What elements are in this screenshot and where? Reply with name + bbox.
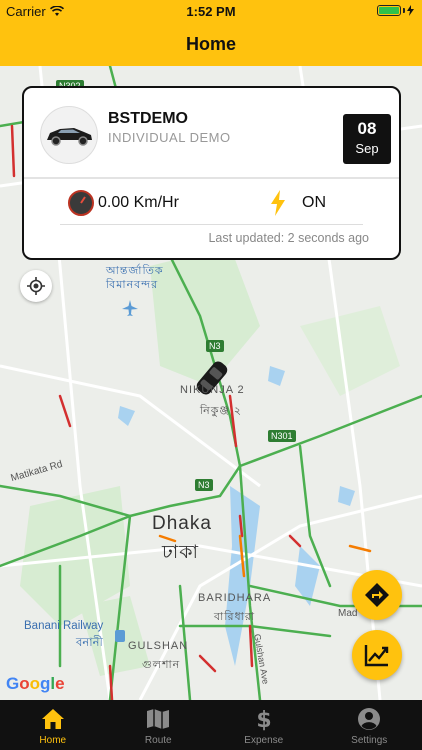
chart-icon	[364, 645, 389, 667]
map-label-mad: Mad	[338, 608, 358, 619]
crosshair-icon	[27, 277, 45, 295]
road-badge: N3	[195, 479, 213, 491]
tab-bar: Home Route $ Expense Settings	[0, 700, 422, 750]
svg-text:$: $	[256, 708, 271, 731]
date-badge: 08 Sep	[343, 114, 391, 164]
tab-label: Settings	[351, 735, 388, 746]
app-header: Home	[0, 22, 422, 66]
vehicle-name: BSTDEMO	[108, 110, 188, 127]
tab-route[interactable]: Route	[106, 700, 212, 750]
user-circle-icon	[358, 708, 381, 730]
ignition-status: ON	[302, 194, 326, 211]
speed-value: 0.00 Km/Hr	[98, 194, 179, 211]
vehicle-info-card[interactable]: BSTDEMO INDIVIDUAL DEMO 08 Sep 0.00 Km/H…	[22, 86, 401, 260]
road-badge: N3	[206, 340, 224, 352]
map-label-airport: আন্তর্জাতিক বিমানবন্দর	[106, 265, 164, 291]
map-label-nikunja-bn: নিকুঞ্জ ২	[200, 405, 243, 417]
directions-button[interactable]	[352, 570, 402, 620]
directions-icon	[365, 583, 389, 607]
map-label-baridhara: BARIDHARA	[198, 592, 272, 604]
date-month: Sep	[355, 141, 379, 156]
map-label-nikunja: NIKUNJA 2	[180, 384, 245, 396]
car-icon	[47, 128, 92, 146]
map-label-banani-railway: Banani Railway	[24, 620, 104, 632]
status-time: 1:52 PM	[186, 4, 236, 19]
date-day: 08	[357, 119, 377, 138]
google-logo: Google	[6, 674, 65, 693]
page-title: Home	[185, 33, 236, 54]
tab-settings[interactable]: Settings	[317, 700, 422, 750]
road-badge: N301	[268, 430, 296, 442]
card-divider-bottom	[60, 224, 363, 225]
map-icon	[147, 709, 170, 729]
map-label-gulshan-bn: গুলশান	[142, 659, 181, 671]
airport-icon	[122, 300, 138, 316]
map-label-banani-bn: বনানী	[76, 637, 103, 649]
status-bar: Carrier 1:52 PM	[0, 0, 422, 22]
tab-label: Home	[39, 735, 67, 746]
map-label-gulshan: GULSHAN	[128, 640, 189, 652]
ignition-bolt-icon	[271, 190, 285, 216]
map-label-dhaka-bn: ঢাকা	[162, 542, 200, 563]
vehicle-subtitle: INDIVIDUAL DEMO	[108, 130, 231, 145]
home-icon	[41, 709, 64, 729]
tab-home[interactable]: Home	[0, 700, 106, 750]
speedometer-icon	[68, 190, 94, 216]
vehicle-avatar	[40, 106, 98, 164]
map-label-baridhara-bn: বারিধারা	[214, 611, 256, 623]
card-divider	[24, 177, 399, 179]
charging-icon	[407, 5, 414, 16]
map-label-dhaka: Dhaka	[152, 513, 212, 534]
tab-label: Expense	[244, 735, 284, 746]
tab-expense[interactable]: $ Expense	[211, 700, 317, 750]
battery-icon	[377, 5, 414, 16]
dollar-icon: $	[256, 708, 271, 731]
my-location-button[interactable]	[20, 270, 52, 302]
analytics-button[interactable]	[352, 630, 402, 680]
tab-label: Route	[144, 735, 172, 746]
last-updated-text: Last updated: 2 seconds ago	[208, 231, 369, 245]
